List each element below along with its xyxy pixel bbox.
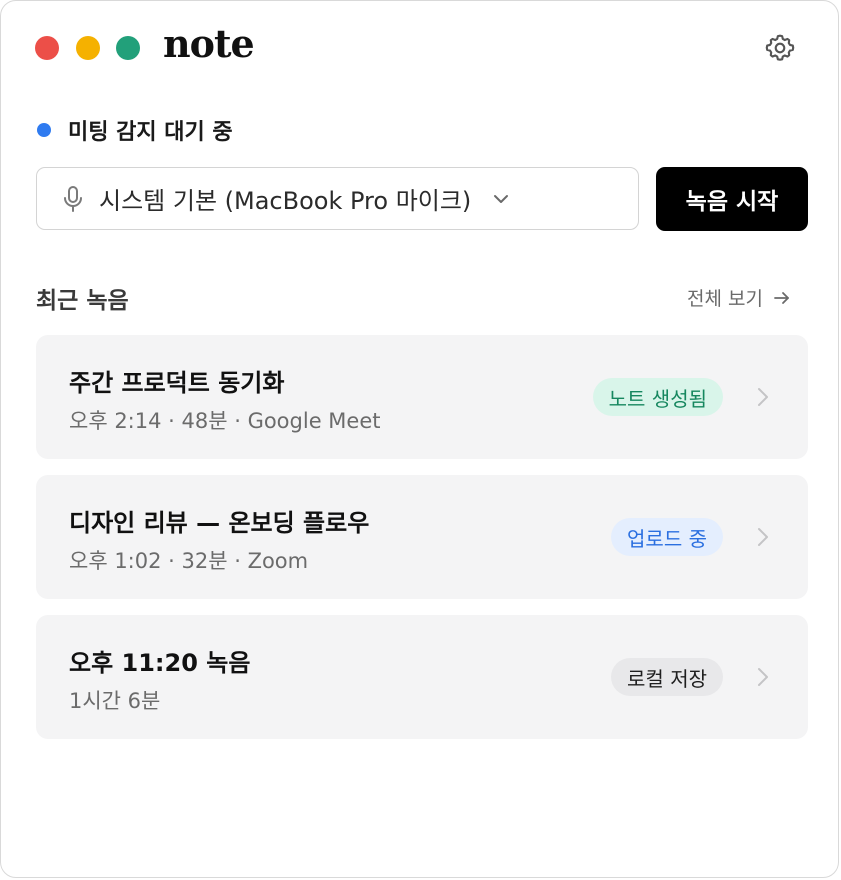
title-bar: note xyxy=(1,1,838,93)
recording-title: 디자인 리뷰 — 온보딩 플로우 xyxy=(69,509,370,537)
status-badge: 업로드 중 xyxy=(611,518,723,556)
view-all-link[interactable]: 전체 보기 xyxy=(687,284,791,311)
recording-item[interactable]: 주간 프로덕트 동기화 오후 2:14 · 48분 · Google Meet … xyxy=(36,335,808,459)
view-all-label: 전체 보기 xyxy=(687,288,763,310)
minimize-window-button[interactable] xyxy=(76,36,100,60)
recording-meta: 1시간 6분 xyxy=(69,689,161,713)
audio-input-select[interactable]: 시스템 기본 (MacBook Pro 마이크) xyxy=(36,167,639,230)
microphone-icon xyxy=(61,185,85,213)
status-badge: 노트 생성됨 xyxy=(592,378,723,416)
recording-item[interactable]: 디자인 리뷰 — 온보딩 플로우 오후 1:02 · 32분 · Zoom 업로… xyxy=(36,475,808,599)
recent-recordings-list: 주간 프로덕트 동기화 오후 2:14 · 48분 · Google Meet … xyxy=(36,335,808,755)
zoom-window-button[interactable] xyxy=(116,36,140,60)
audio-input-selected-value: 시스템 기본 (MacBook Pro 마이크) xyxy=(99,187,472,215)
recording-item[interactable]: 오후 11:20 녹음 1시간 6분 로컬 저장 xyxy=(36,615,808,739)
recording-meta: 오후 1:02 · 32분 · Zoom xyxy=(69,549,309,573)
close-window-button[interactable] xyxy=(35,36,59,60)
chevron-right-icon xyxy=(756,665,770,689)
chevron-right-icon xyxy=(756,525,770,549)
recent-recordings-heading: 최근 녹음 xyxy=(36,288,129,314)
app-window: note 미팅 감지 대기 중 시스템 기본 (MacBook Pro 마이크) xyxy=(0,0,839,878)
chevron-down-icon xyxy=(491,189,511,209)
gear-icon[interactable] xyxy=(764,32,796,64)
status-text: 미팅 감지 대기 중 xyxy=(68,120,233,145)
chevron-right-icon xyxy=(756,385,770,409)
recording-meta: 오후 2:14 · 48분 · Google Meet xyxy=(69,409,381,433)
status-badge: 로컬 저장 xyxy=(611,658,723,696)
meeting-detection-status: 미팅 감지 대기 중 xyxy=(37,115,233,145)
arrow-right-icon xyxy=(773,290,791,306)
app-logo: note xyxy=(163,21,255,66)
start-recording-button[interactable]: 녹음 시작 xyxy=(656,167,808,231)
status-indicator-dot xyxy=(37,123,51,137)
recording-title: 오후 11:20 녹음 xyxy=(69,649,251,677)
recording-title: 주간 프로덕트 동기화 xyxy=(69,369,285,397)
